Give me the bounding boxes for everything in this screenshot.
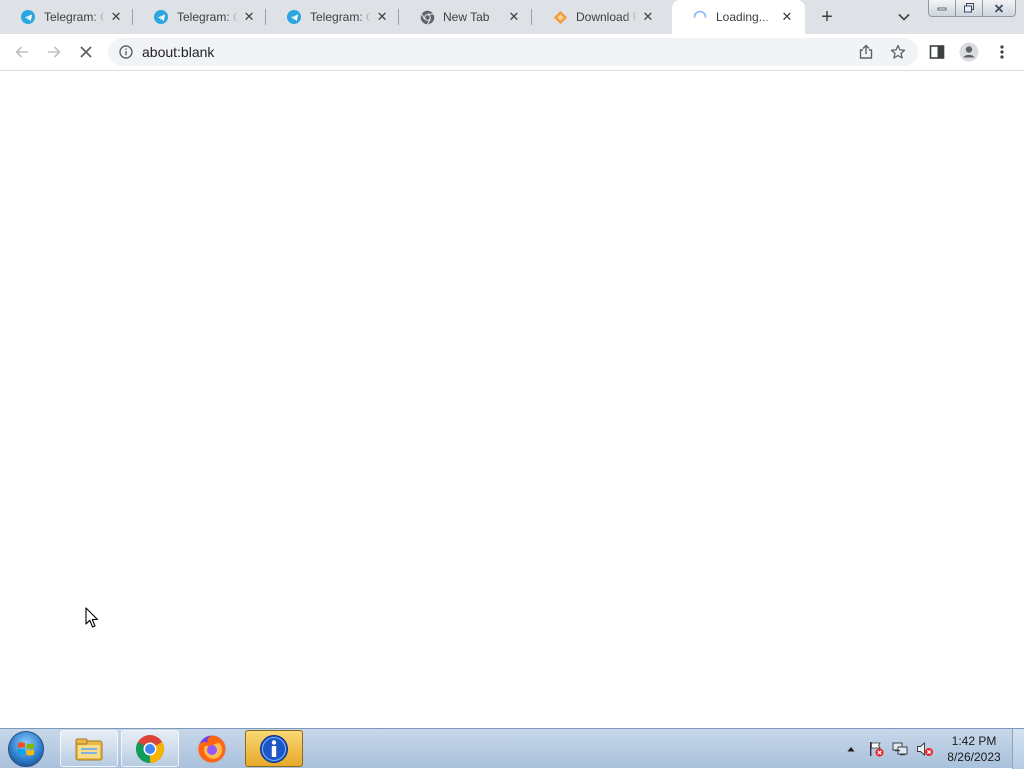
windows-explorer-icon: [75, 738, 103, 760]
back-button[interactable]: [8, 38, 36, 66]
close-tab-icon[interactable]: ✕: [641, 9, 655, 25]
close-tab-icon[interactable]: ✕: [506, 9, 522, 25]
tab-title: Download Pr: [576, 10, 637, 24]
telegram-icon: [286, 9, 302, 25]
clock-date: 8/26/2023: [947, 750, 1001, 764]
browser-toolbar: about:blank: [0, 34, 1024, 71]
tab-strip: Telegram: Co ✕ Telegram: Co ✕ Telegram: …: [0, 0, 1024, 34]
restore-button[interactable]: [955, 0, 983, 17]
minimize-icon: [937, 7, 947, 11]
taskbar-explorer[interactable]: [60, 730, 118, 767]
close-tab-icon[interactable]: ✕: [779, 9, 795, 25]
address-url[interactable]: about:blank: [142, 44, 214, 60]
tab-download[interactable]: Download Pr ✕: [532, 0, 665, 34]
taskbar-firefox[interactable]: [183, 730, 241, 767]
tab-title: Telegram: Co: [310, 10, 372, 24]
telegram-icon: [153, 9, 169, 25]
address-bar[interactable]: about:blank: [108, 38, 918, 66]
bookmark-star-icon[interactable]: [886, 40, 910, 64]
tab-telegram-3[interactable]: Telegram: Co ✕: [266, 0, 399, 34]
close-tab-icon[interactable]: ✕: [375, 9, 389, 25]
close-tab-icon[interactable]: ✕: [242, 9, 256, 25]
close-tab-icon[interactable]: ✕: [109, 9, 123, 25]
taskbar-clock[interactable]: 1:42 PM 8/26/2023: [942, 733, 1006, 765]
start-button[interactable]: [6, 730, 46, 768]
network-icon[interactable]: [892, 741, 908, 757]
show-hidden-icons-icon[interactable]: [844, 746, 858, 752]
close-icon: [80, 46, 92, 58]
action-center-flag-icon[interactable]: [868, 741, 884, 757]
taskbar: 1:42 PM 8/26/2023: [0, 728, 1024, 769]
share-icon[interactable]: [854, 40, 878, 64]
tab-title: New Tab: [443, 10, 490, 24]
forward-button[interactable]: [40, 38, 68, 66]
clock-time: 1:42 PM: [951, 734, 997, 748]
windows-logo-icon: [8, 731, 44, 767]
tab-loading-active[interactable]: Loading... ✕: [672, 0, 805, 34]
profile-avatar-icon: [959, 42, 979, 62]
volume-muted-icon[interactable]: [916, 741, 934, 757]
minimize-button[interactable]: [928, 0, 956, 17]
taskbar-chrome[interactable]: [121, 730, 179, 767]
profile-button[interactable]: [955, 38, 983, 66]
telegram-icon: [20, 9, 36, 25]
new-tab-button[interactable]: +: [815, 5, 839, 29]
close-icon: [994, 3, 1004, 13]
chrome-icon: [419, 9, 435, 25]
taskbar-info-app[interactable]: [245, 730, 303, 767]
kebab-menu-icon: [1000, 45, 1004, 59]
tab-new-tab[interactable]: New Tab ✕: [399, 0, 532, 34]
side-panel-button[interactable]: [923, 38, 951, 66]
info-app-icon: [260, 734, 288, 763]
tab-title: Loading...: [716, 10, 769, 24]
show-desktop-button[interactable]: [1012, 729, 1024, 769]
tab-search-button[interactable]: [893, 7, 915, 27]
arrow-right-icon: [48, 46, 61, 58]
menu-button[interactable]: [988, 38, 1016, 66]
restore-icon: [964, 3, 974, 13]
chrome-icon: [136, 734, 164, 763]
system-tray: [844, 729, 934, 769]
tab-title: Telegram: Co: [177, 10, 239, 24]
arrow-left-icon: [15, 46, 28, 58]
page-content-blank: [0, 71, 1024, 728]
tab-title: Telegram: Co: [44, 10, 106, 24]
info-icon[interactable]: [118, 44, 134, 60]
tab-telegram-2[interactable]: Telegram: Co ✕: [133, 0, 266, 34]
chevron-down-icon: [898, 13, 910, 21]
side-panel-icon: [929, 45, 945, 59]
download-site-icon: [552, 9, 568, 25]
close-window-button[interactable]: [982, 0, 1016, 17]
tab-telegram-1[interactable]: Telegram: Co ✕: [0, 0, 133, 34]
loading-spinner-icon: [692, 9, 708, 25]
mouse-cursor-icon: [85, 607, 99, 628]
firefox-icon: [198, 735, 226, 762]
stop-loading-button[interactable]: [72, 38, 100, 66]
